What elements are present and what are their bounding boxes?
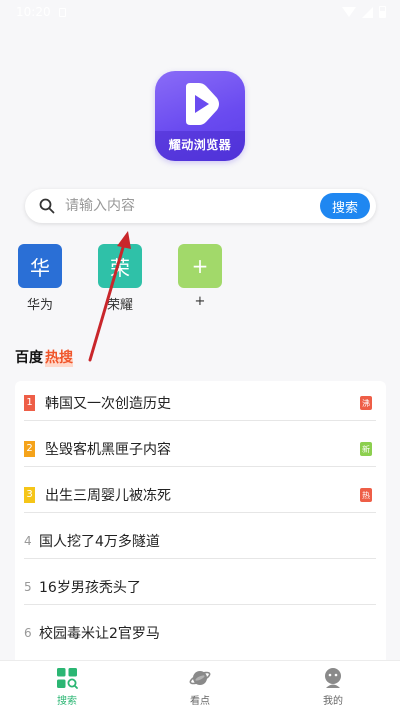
wifi-icon (342, 7, 356, 17)
hot-item-text: 坠毁客机黑匣子内容 (45, 441, 171, 458)
search-icon (39, 198, 55, 214)
hot-search-title: 百度 热搜 (15, 347, 73, 367)
grid-search-icon (57, 668, 78, 689)
hot-item-1[interactable]: 1 韩国又一次创造历史 沸 (24, 385, 376, 421)
status-time: 10:20 (16, 5, 51, 19)
hot-tag: 新 (360, 442, 372, 456)
shortcut-label: 华为 (26, 298, 53, 313)
hot-tag: 沸 (360, 396, 372, 410)
tab-label: 搜索 (57, 696, 77, 707)
rank-flag: 3 (24, 486, 35, 506)
play-icon (186, 83, 219, 125)
tab-feed[interactable]: 看点 (170, 667, 230, 707)
hot-item-text: 校园毒米让2官罗马 (39, 626, 160, 642)
shortcut-label: 荣耀 (106, 298, 133, 313)
shortcut-honor[interactable]: 荣 荣耀 (98, 244, 142, 313)
shortcut-huawei[interactable]: 华 华为 (18, 244, 62, 313)
tab-label: 我的 (323, 696, 343, 707)
hot-item-3[interactable]: 3 出生三周婴儿被冻死 热 (24, 477, 376, 513)
hot-search-list: 1 韩国又一次创造历史 沸 2 坠毁客机黑匣子内容 新 3 出生三周婴儿被冻死 … (15, 381, 386, 671)
rank-number: 6 (24, 626, 32, 640)
shortcut-label: + (194, 294, 206, 309)
search-button[interactable]: 搜索 (320, 193, 370, 219)
hot-item-text: 韩国又一次创造历史 (45, 395, 171, 412)
planet-icon (189, 671, 211, 685)
shortcut-add[interactable]: + + (178, 244, 222, 309)
hot-item-2[interactable]: 2 坠毁客机黑匣子内容 新 (24, 431, 376, 467)
rank-number: 4 (24, 533, 32, 548)
rank-flag: 2 (24, 440, 35, 460)
app-logo: 耀动浏览器 (155, 71, 245, 161)
tab-label: 看点 (190, 696, 210, 707)
sim-card-icon (58, 7, 66, 17)
hot-item-4[interactable]: 4 国人挖了4万多隧道 (24, 523, 376, 559)
signal-icon (362, 6, 373, 18)
hot-tag: 热 (360, 488, 372, 502)
search-bar[interactable]: 搜索 (25, 189, 376, 223)
user-icon (325, 668, 341, 688)
app-name: 耀动浏览器 (168, 138, 232, 152)
bottom-tab-bar: 搜索 看点 我的 (0, 660, 400, 712)
hot-item-text: 16岁男孩秃头了 (39, 579, 141, 596)
shortcut-tile[interactable]: 华 (18, 244, 62, 288)
rank-number: 5 (24, 579, 32, 594)
add-shortcut-button[interactable]: + (178, 244, 222, 288)
hot-item-text: 出生三周婴儿被冻死 (45, 487, 171, 504)
battery-icon (379, 6, 386, 18)
rank-flag: 1 (24, 394, 35, 414)
tab-search[interactable]: 搜索 (37, 667, 97, 707)
tab-profile[interactable]: 我的 (303, 667, 363, 707)
shortcut-tile[interactable]: 荣 (98, 244, 142, 288)
status-bar: 10:20 (0, 0, 400, 24)
hot-item-text: 国人挖了4万多隧道 (39, 533, 160, 550)
hot-search-badge: 热搜 (45, 347, 73, 367)
hot-item-6[interactable]: 6 校园毒米让2官罗马 (24, 615, 376, 651)
hot-item-5[interactable]: 5 16岁男孩秃头了 (24, 569, 376, 605)
hot-search-source: 百度 (15, 350, 43, 366)
search-input[interactable] (65, 189, 335, 223)
